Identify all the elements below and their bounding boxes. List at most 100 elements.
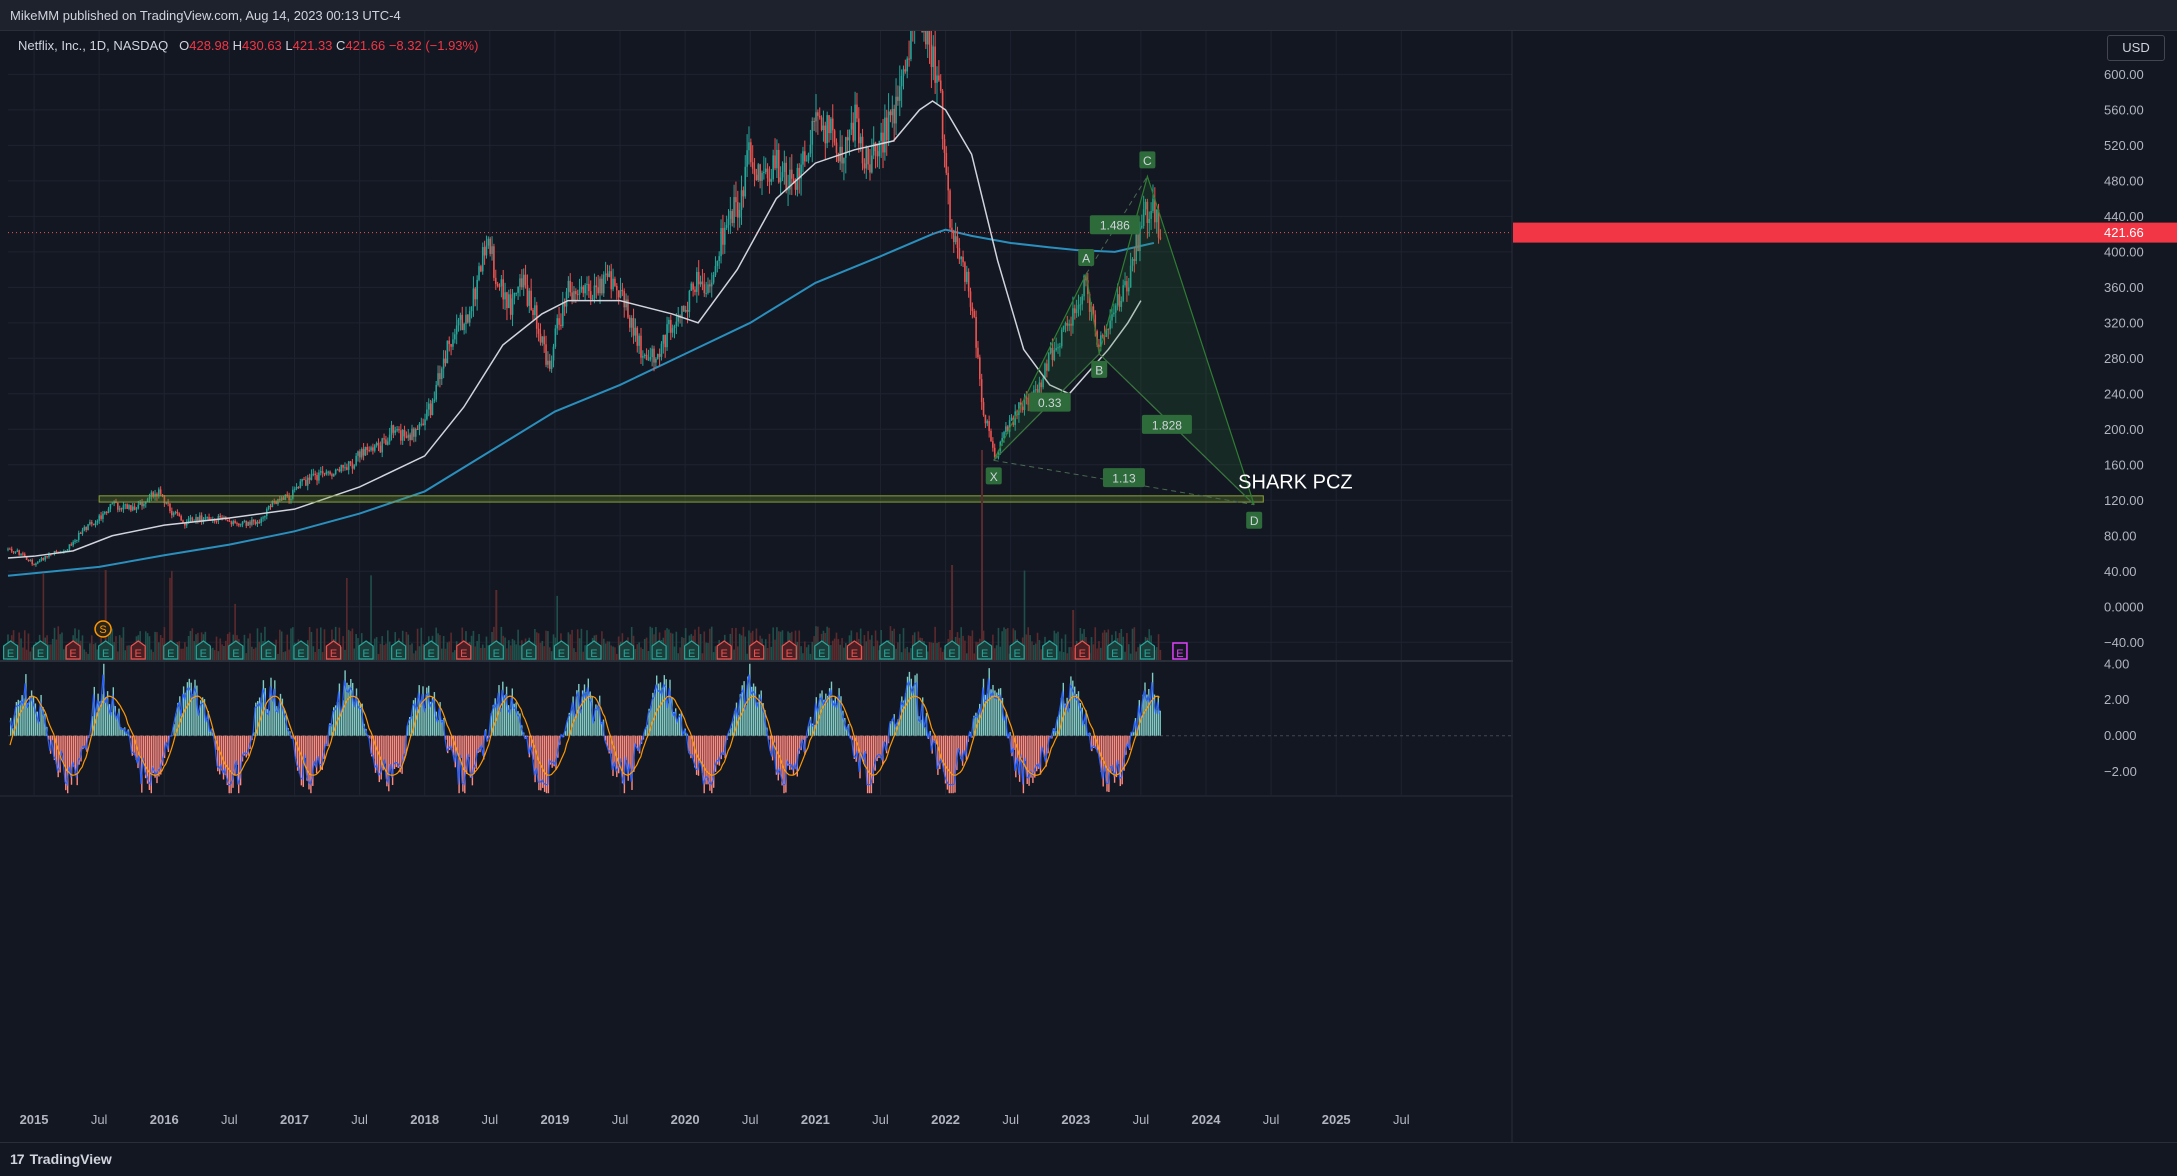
candle-body [307,478,309,486]
earnings-marker[interactable]: E [457,641,471,660]
candle-body [787,189,789,190]
candle-body [340,465,342,471]
candle-body [219,516,221,517]
tradingview-logo[interactable]: 17TradingView [10,1151,112,1167]
earnings-marker[interactable]: E [1108,641,1122,660]
earnings-marker[interactable]: E [652,641,666,660]
earnings-marker[interactable]: E [99,641,113,660]
candle-body [167,503,169,504]
earnings-marker[interactable]: E [880,641,894,660]
candle-body [461,315,463,330]
earnings-marker[interactable]: E [4,641,18,660]
earnings-marker[interactable]: E [261,641,275,660]
change-value: −8.32 (−1.93%) [389,38,479,53]
x-tick-11: Jul [742,1112,759,1127]
volume-bar [244,635,246,660]
earnings-label: E [428,648,435,660]
volume-bar [290,628,292,660]
earnings-marker[interactable]: E [554,641,568,660]
earnings-marker[interactable]: E [782,641,796,660]
x-tick-16: 2023 [1061,1112,1090,1127]
candle-body [832,119,834,131]
low-label: L [285,38,292,53]
volume-bar [776,627,778,660]
candle-body [664,335,666,347]
earnings-marker[interactable]: E [945,641,959,660]
volume-bar [353,649,355,660]
earnings-marker[interactable]: E [294,641,308,660]
volume-bar [504,638,506,660]
earnings-marker[interactable]: E [229,641,243,660]
volume-bar [510,645,512,660]
volume-bar [778,631,780,660]
earnings-marker[interactable]: E [1043,641,1057,660]
earnings-marker[interactable]: E [1075,641,1089,660]
earnings-marker[interactable]: E [34,641,48,660]
earnings-marker[interactable]: E [522,641,536,660]
candle-body [594,286,596,299]
earnings-marker[interactable]: E [1010,641,1024,660]
earnings-marker[interactable]: E [750,641,764,660]
earnings-marker[interactable]: E [717,641,731,660]
earnings-label: E [721,648,728,660]
candle-body [333,474,335,476]
volume-bar [383,645,385,660]
earnings-marker[interactable]: E [1140,641,1154,660]
earnings-marker[interactable]: E [587,641,601,660]
pattern-ratio-0: 1.486 [1100,219,1130,233]
candle-body [623,291,625,307]
candle-body [705,293,707,294]
candle-body [811,121,813,145]
earnings-marker[interactable]: E [392,641,406,660]
volume-bar [376,637,378,660]
candle-body [759,164,761,181]
volume-bar [378,654,380,660]
candle-body [255,522,257,524]
candle-body [299,481,301,487]
volume-bar [575,652,577,660]
candle-body [532,310,534,315]
earnings-marker[interactable]: E [66,641,80,660]
earnings-marker[interactable]: E [131,641,145,660]
volume-bar [126,646,128,660]
earnings-marker[interactable]: E [913,641,927,660]
volume-bar [1096,648,1098,660]
earnings-marker[interactable]: E [424,641,438,660]
earnings-label: E [590,648,597,660]
candle-body [43,558,45,560]
earnings-marker[interactable]: E [359,641,373,660]
tradingview-brand: TradingView [30,1151,112,1167]
volume-bar [573,648,575,660]
chart-canvas[interactable]: XABCD1.4860.331.8281.13SHARK PCZ EEEEEEE… [0,0,2177,1175]
earnings-marker[interactable]: E [620,641,634,660]
earnings-marker[interactable]: E [164,641,178,660]
candle-body [309,478,311,480]
candle-body [519,278,521,287]
y-tick-1: 560.00 [2104,102,2144,117]
earnings-marker[interactable]: E [196,641,210,660]
earnings-marker[interactable]: E [978,641,992,660]
candle-body [355,456,357,466]
volume-bar [409,645,411,660]
earnings-marker[interactable]: E [489,641,503,660]
split-marker[interactable]: S [95,621,111,637]
candle-body [761,173,763,181]
symbol-legend[interactable]: Netflix, Inc., 1D, NASDAQ O428.98 H430.6… [18,38,478,53]
price-axis[interactable]: 600.00560.00520.00480.00440.00400.00360.… [1513,30,2177,1142]
candle-body [553,347,555,361]
currency-button[interactable]: USD [2107,35,2165,61]
candle-body [123,505,125,509]
volume-bar [225,641,227,660]
x-tick-7: Jul [481,1112,498,1127]
earnings-marker[interactable]: E [327,641,341,660]
volume-bar [711,627,713,660]
earnings-marker[interactable]: E [815,641,829,660]
earnings-marker[interactable]: E [685,641,699,660]
earnings-marker[interactable]: E [847,641,861,660]
candle-body [625,300,627,308]
symbol-name[interactable]: Netflix, Inc., 1D, NASDAQ [18,38,168,53]
volume-bar [443,636,445,660]
volume-bar [346,578,348,660]
candle-body [828,115,830,133]
candle-body [849,130,851,141]
